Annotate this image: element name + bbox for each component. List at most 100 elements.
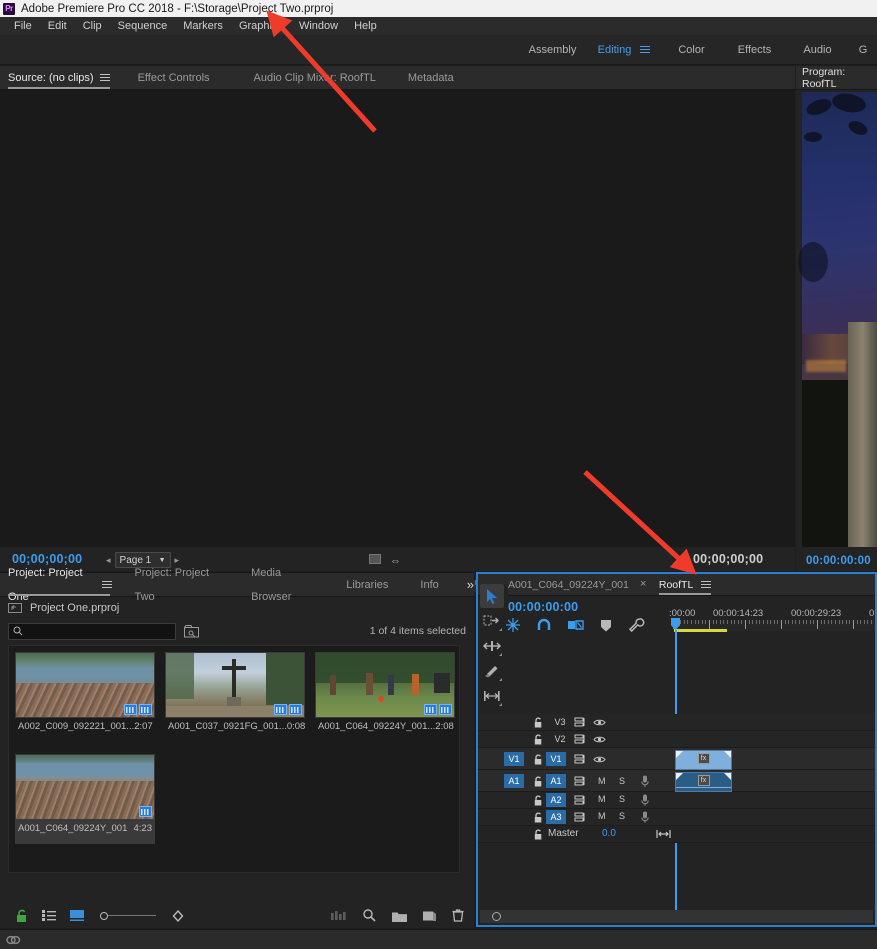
mute-button-a3[interactable]: M: [598, 811, 606, 821]
linked-selection-icon[interactable]: [568, 619, 584, 632]
tab-overflow-button[interactable]: »: [467, 573, 474, 597]
solo-button-a1[interactable]: S: [619, 776, 625, 786]
tab-source[interactable]: Source: (no clips): [8, 66, 110, 90]
list-item[interactable]: A001_C064_09224Y_001... 2:08: [315, 652, 455, 742]
track-row-a2[interactable]: A2 M S: [478, 792, 875, 809]
freeform-icon[interactable]: [331, 910, 347, 921]
sync-lock-icon[interactable]: [573, 810, 588, 824]
menu-edit[interactable]: Edit: [40, 17, 75, 35]
mute-button-a1[interactable]: M: [598, 776, 606, 786]
workspace-menu-icon[interactable]: [640, 45, 651, 54]
lock-icon[interactable]: [531, 810, 546, 824]
tab-project-one[interactable]: Project: Project One: [8, 567, 112, 603]
workspace-editing[interactable]: Editing: [584, 44, 660, 56]
eye-icon[interactable]: [592, 732, 607, 746]
solo-button-a3[interactable]: S: [619, 811, 625, 821]
tab-program-label[interactable]: Program: RoofTL: [802, 66, 877, 90]
timeline-horizontal-scrollbar[interactable]: [480, 910, 873, 923]
meter-toggle-icon[interactable]: [656, 827, 671, 841]
program-monitor-video-area[interactable]: [798, 91, 877, 547]
timeline-zoom-handle[interactable]: [492, 912, 501, 921]
list-view-icon[interactable]: [42, 910, 56, 921]
delete-icon[interactable]: [452, 909, 464, 922]
settings-button-icon[interactable]: [369, 554, 381, 564]
selection-tool[interactable]: [480, 584, 504, 608]
track-name-v2[interactable]: V2: [550, 732, 570, 746]
track-row-v1[interactable]: V1 V1 fx: [478, 748, 875, 770]
source-panel-menu-icon[interactable]: [99, 73, 110, 82]
tab-source-sequence[interactable]: A001_C064_09224Y_001: [508, 574, 629, 596]
page-prev-icon[interactable]: ◂: [106, 555, 111, 566]
new-bin-icon[interactable]: [392, 910, 407, 922]
list-item[interactable]: A001_C037_0921FG_001... 0:08: [165, 652, 305, 742]
project-panel-menu-icon[interactable]: [101, 580, 112, 589]
sync-lock-icon[interactable]: [573, 752, 588, 766]
mute-button-a2[interactable]: M: [598, 794, 606, 804]
menu-file[interactable]: File: [6, 17, 40, 35]
track-row-master[interactable]: Master 0.0: [478, 826, 875, 843]
tab-effect-controls[interactable]: Effect Controls: [138, 66, 210, 90]
track-name-a2[interactable]: A2: [546, 793, 566, 807]
track-row-v3[interactable]: V3: [478, 714, 875, 731]
timeline-timecode[interactable]: 00:00:00:00: [508, 600, 578, 614]
track-row-v2[interactable]: V2: [478, 731, 875, 748]
close-icon[interactable]: ×: [640, 578, 646, 590]
timeline-panel-menu-icon[interactable]: [701, 580, 712, 589]
add-marker-icon[interactable]: [600, 619, 612, 632]
zoom-slider[interactable]: [100, 911, 156, 920]
microphone-icon[interactable]: [637, 793, 652, 807]
menu-window[interactable]: Window: [291, 17, 346, 35]
work-area-bar[interactable]: [674, 629, 727, 632]
tab-libraries[interactable]: Libraries: [346, 573, 388, 597]
sync-lock-icon[interactable]: [573, 715, 588, 729]
lock-icon[interactable]: [531, 827, 546, 841]
icon-view-icon[interactable]: [70, 910, 84, 921]
lock-icon[interactable]: [531, 752, 546, 766]
tab-metadata[interactable]: Metadata: [408, 66, 454, 90]
lock-icon[interactable]: [531, 793, 546, 807]
search-input[interactable]: [27, 625, 157, 637]
microphone-icon[interactable]: [637, 774, 652, 788]
tab-media-browser[interactable]: Media Browser: [251, 567, 316, 603]
menu-markers[interactable]: Markers: [175, 17, 231, 35]
track-name-a1[interactable]: A1: [546, 774, 566, 788]
list-item[interactable]: A002_C009_092221_001... 2:07: [15, 652, 155, 742]
menu-clip[interactable]: Clip: [75, 17, 110, 35]
tab-rooftl[interactable]: RoofTL: [658, 574, 712, 596]
menu-help[interactable]: Help: [346, 17, 385, 35]
track-name-v1[interactable]: V1: [546, 752, 566, 766]
find-bin-icon[interactable]: [184, 624, 199, 638]
list-item[interactable]: A001_C064_09224Y_001 4:23: [15, 754, 155, 844]
lock-icon[interactable]: [16, 909, 28, 922]
timeline-clip-video[interactable]: fx: [675, 750, 732, 770]
track-name-a3[interactable]: A3: [546, 810, 566, 824]
lock-icon[interactable]: [531, 732, 546, 746]
sync-lock-icon[interactable]: [573, 732, 588, 746]
parent-bin-icon[interactable]: [8, 602, 22, 614]
workspace-effects[interactable]: Effects: [723, 44, 786, 56]
sync-lock-icon[interactable]: [573, 793, 588, 807]
track-source-indicator-v1[interactable]: V1: [504, 752, 524, 766]
workspace-graphics[interactable]: G: [849, 44, 877, 56]
razor-tool[interactable]: [480, 659, 504, 683]
project-item-grid[interactable]: A002_C009_092221_001... 2:07 A001_C037_0…: [8, 645, 460, 873]
link-icon[interactable]: [6, 934, 21, 946]
menu-graphics[interactable]: Graphics: [231, 17, 291, 35]
search-input-wrapper[interactable]: [8, 622, 176, 640]
workspace-audio[interactable]: Audio: [786, 44, 849, 56]
microphone-icon[interactable]: [637, 810, 652, 824]
workspace-color[interactable]: Color: [660, 44, 723, 56]
new-item-icon[interactable]: [423, 910, 436, 922]
track-name-v3[interactable]: V3: [550, 715, 570, 729]
eye-icon[interactable]: [592, 715, 607, 729]
sort-icon[interactable]: [172, 909, 184, 922]
tab-audio-clip-mixer[interactable]: Audio Clip Mixer: RoofTL: [254, 66, 376, 90]
find-icon[interactable]: [363, 909, 376, 922]
snap-icon[interactable]: [506, 618, 520, 632]
solo-button-a2[interactable]: S: [619, 794, 625, 804]
magnet-icon[interactable]: [537, 618, 551, 631]
ripple-edit-tool[interactable]: [480, 634, 504, 658]
slip-tool[interactable]: [480, 684, 504, 708]
fit-icon[interactable]: ⇔: [390, 555, 401, 567]
lock-icon[interactable]: [531, 774, 546, 788]
